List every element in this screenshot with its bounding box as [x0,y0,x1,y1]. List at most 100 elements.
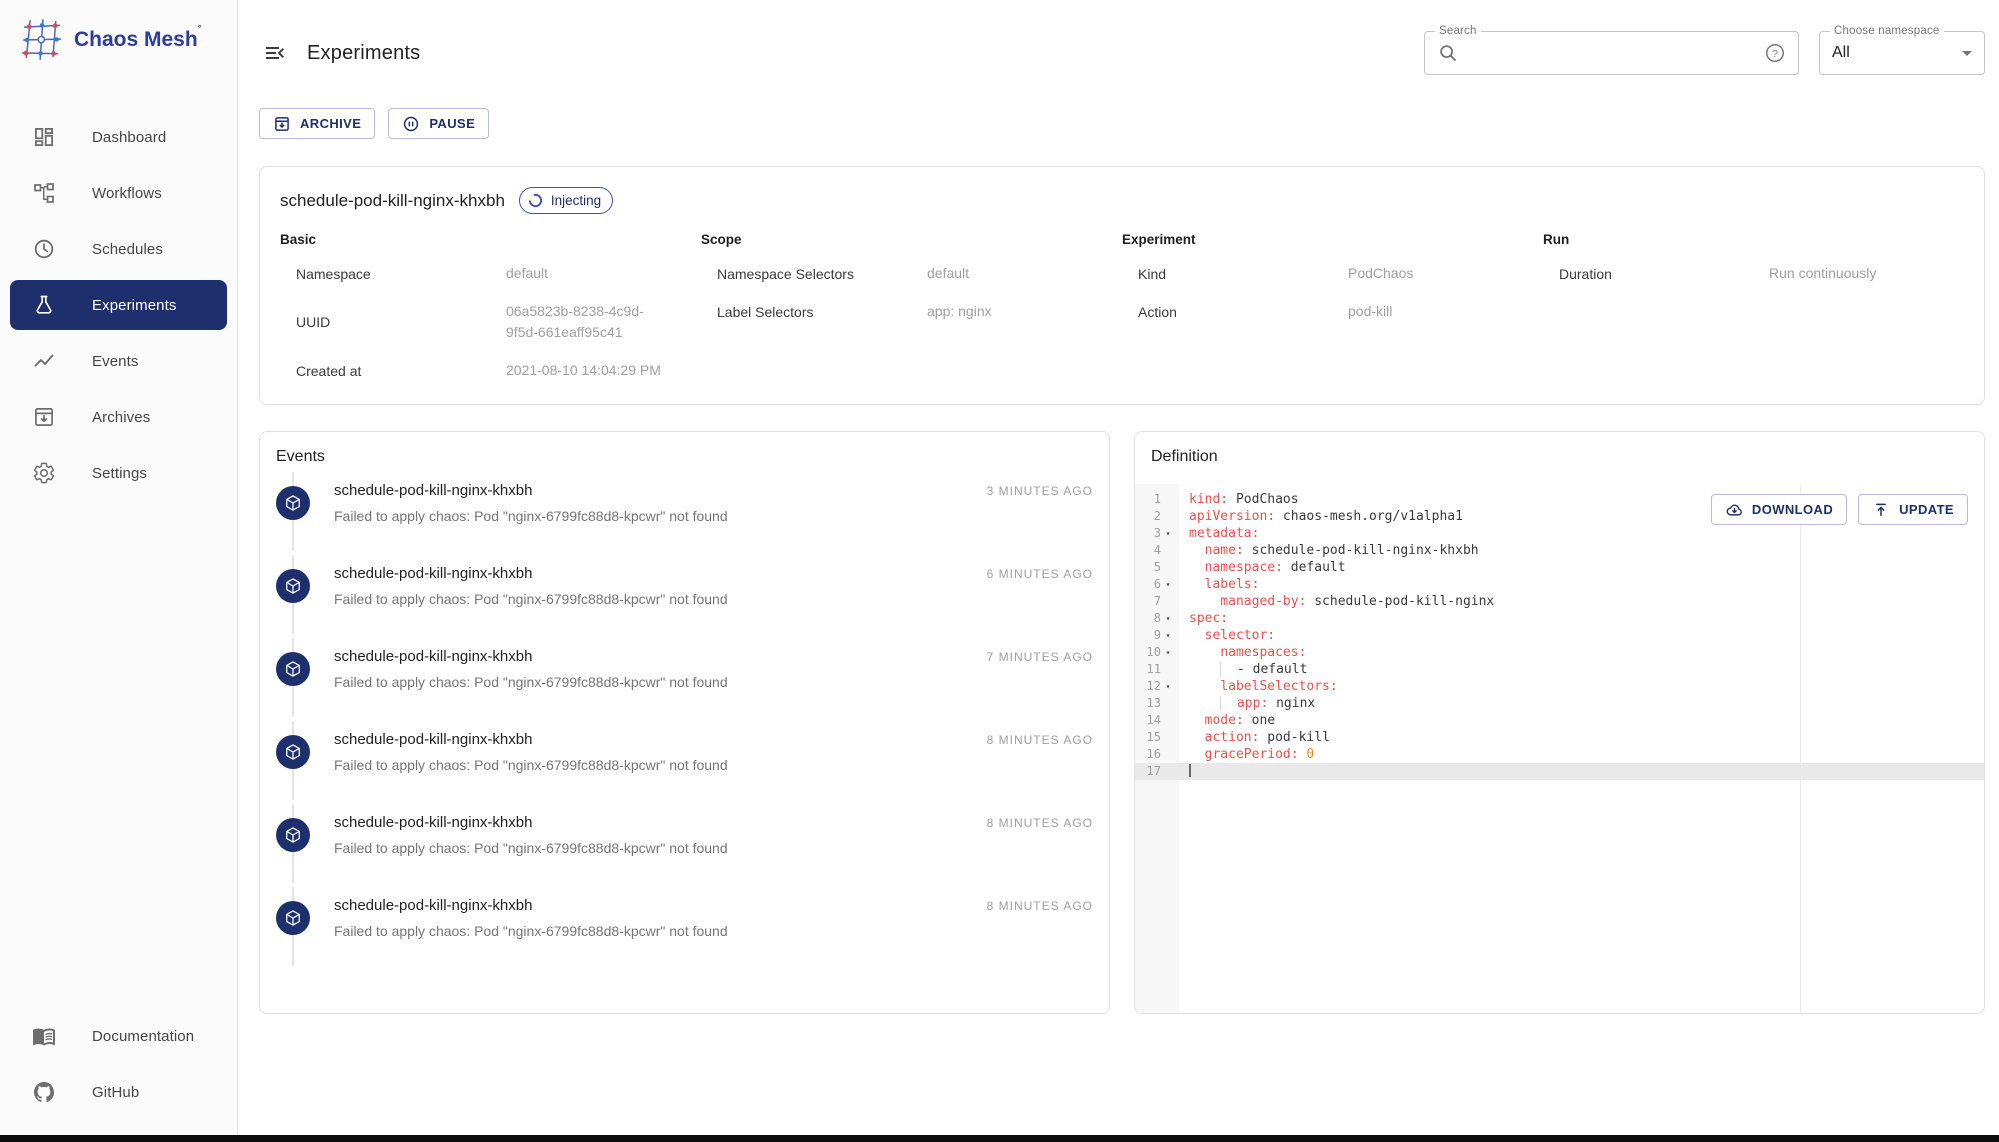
code-line-3[interactable]: 3▾metadata: [1135,525,1984,542]
line-number: 1 [1135,491,1179,508]
pause-icon [402,115,420,133]
definition-panel-title: Definition [1135,432,1984,466]
detail-section: Scope Namespace Selectors default Label … [701,232,1122,398]
update-button[interactable]: UPDATE [1858,494,1968,525]
experiment-toolbar: ARCHIVE PAUSE [259,108,1985,139]
experiment-name: schedule-pod-kill-nginx-khxbh [280,191,505,211]
code-line-9[interactable]: 9▾ selector: [1135,627,1984,644]
event-description: Failed to apply chaos: Pod "nginx-6799fc… [334,508,1093,524]
code-line-8[interactable]: 8▾spec: [1135,610,1984,627]
download-button-label: DOWNLOAD [1752,502,1833,517]
sidebar-item-experiments[interactable]: Experiments [10,280,227,330]
event-item: schedule-pod-kill-nginx-khxbh 8 MINUTES … [276,887,1093,970]
archive-icon [273,115,291,133]
archives-icon [32,405,56,429]
chaos-mesh-logo-icon [20,18,64,62]
sidebar-collapse-icon[interactable] [263,41,287,65]
code-line-5[interactable]: 5 namespace: default [1135,559,1984,576]
detail-row: Kind PodChaos [1122,263,1543,284]
sidebar-item-settings[interactable]: Settings [10,448,227,498]
archive-button[interactable]: ARCHIVE [259,108,375,139]
sidebar-item-documentation[interactable]: Documentation [10,1011,227,1061]
code-line-7[interactable]: 7 managed-by: schedule-pod-kill-nginx [1135,593,1984,610]
line-number: 9▾ [1135,627,1179,644]
detail-row: Namespace Selectors default [701,263,1122,284]
sidebar-item-archives[interactable]: Archives [10,392,227,442]
pause-button[interactable]: PAUSE [388,108,489,139]
detail-value: 06a5823b-8238-4c9d-9f5d-661eaff95c41 [506,301,666,343]
download-button[interactable]: DOWNLOAD [1711,494,1847,525]
line-number: 12▾ [1135,678,1179,695]
sidebar-item-github[interactable]: GitHub [10,1067,227,1117]
code-line-6[interactable]: 6▾ labels: [1135,576,1984,593]
line-number: 17 [1135,763,1179,780]
event-avatar [276,652,310,686]
yaml-code[interactable]: 1kind: PodChaos2apiVersion: chaos-mesh.o… [1135,484,1984,780]
sidebar-footer-nav: Documentation GitHub [0,1005,237,1135]
cube-icon [283,825,303,845]
code-line-12[interactable]: 12▾ labelSelectors: [1135,678,1984,695]
events-panel-title: Events [260,432,1109,466]
search-field[interactable]: Search ? [1424,31,1799,75]
code-line-17[interactable]: 17 [1135,763,1984,780]
fold-arrow-icon: ▾ [1161,627,1175,644]
screen-bottom-strip [0,1135,1999,1142]
experiments-icon [32,293,56,317]
brand[interactable]: Chaos Mesh° [0,0,237,64]
line-number: 14 [1135,712,1179,729]
section-title: Basic [280,232,701,247]
cloud-download-icon [1725,501,1743,519]
workflows-icon [32,181,56,205]
event-time: 7 MINUTES AGO [987,650,1093,664]
definition-panel: Definition 1kind: PodChaos2apiVersion: c… [1134,431,1985,1014]
event-avatar [276,735,310,769]
sidebar-item-workflows[interactable]: Workflows [10,168,227,218]
sidebar-item-dashboard[interactable]: Dashboard [10,112,227,162]
status-badge: Injecting [519,187,613,214]
code-line-16[interactable]: 16 gracePeriod: 0 [1135,746,1984,763]
github-icon [32,1080,56,1104]
detail-section: Run Duration Run continuously [1543,232,1964,398]
search-icon [1437,42,1459,64]
event-timeline-rail [276,472,310,555]
chevron-down-icon [1962,51,1972,56]
yaml-editor[interactable]: 1kind: PodChaos2apiVersion: chaos-mesh.o… [1135,484,1984,1013]
detail-value: 2021-08-10 14:04:29 PM [506,360,701,381]
search-input[interactable] [1467,45,1764,62]
schedules-icon [32,237,56,261]
detail-row: Created at 2021-08-10 14:04:29 PM [280,360,701,381]
page-title: Experiments [307,42,420,65]
event-timeline-rail [276,804,310,887]
help-icon[interactable]: ? [1764,42,1786,64]
spinner-icon [527,192,544,209]
code-line-13[interactable]: 13 app: nginx [1135,695,1984,712]
detail-value: app: nginx [927,301,1122,322]
namespace-value: All [1832,44,1850,62]
event-time: 8 MINUTES AGO [987,816,1093,830]
line-number: 5 [1135,559,1179,576]
line-number: 13 [1135,695,1179,712]
sidebar-item-events[interactable]: Events [10,336,227,386]
sidebar-spacer [0,504,237,1005]
line-number: 15 [1135,729,1179,746]
namespace-select[interactable]: Choose namespace All [1819,31,1985,75]
code-line-4[interactable]: 4 name: schedule-pod-kill-nginx-khxbh [1135,542,1984,559]
event-item: schedule-pod-kill-nginx-khxbh 7 MINUTES … [276,638,1093,721]
cube-icon [283,742,303,762]
brand-name: Chaos Mesh° [74,28,201,52]
code-line-15[interactable]: 15 action: pod-kill [1135,729,1984,746]
sidebar-item-schedules[interactable]: Schedules [10,224,227,274]
fold-arrow-icon: ▾ [1161,525,1175,542]
code-line-11[interactable]: 11 - default [1135,661,1984,678]
detail-label: Namespace Selectors [717,266,927,282]
code-line-10[interactable]: 10▾ namespaces: [1135,644,1984,661]
event-timeline-rail [276,638,310,721]
sidebar-nav: Dashboard Workflows Schedules Experiment… [0,106,237,504]
event-avatar [276,901,310,935]
event-avatar [276,486,310,520]
detail-label: Created at [296,363,506,379]
event-title: schedule-pod-kill-nginx-khxbh [334,565,532,582]
code-line-14[interactable]: 14 mode: one [1135,712,1984,729]
detail-value: default [506,263,701,284]
search-field-label: Search [1435,25,1481,37]
